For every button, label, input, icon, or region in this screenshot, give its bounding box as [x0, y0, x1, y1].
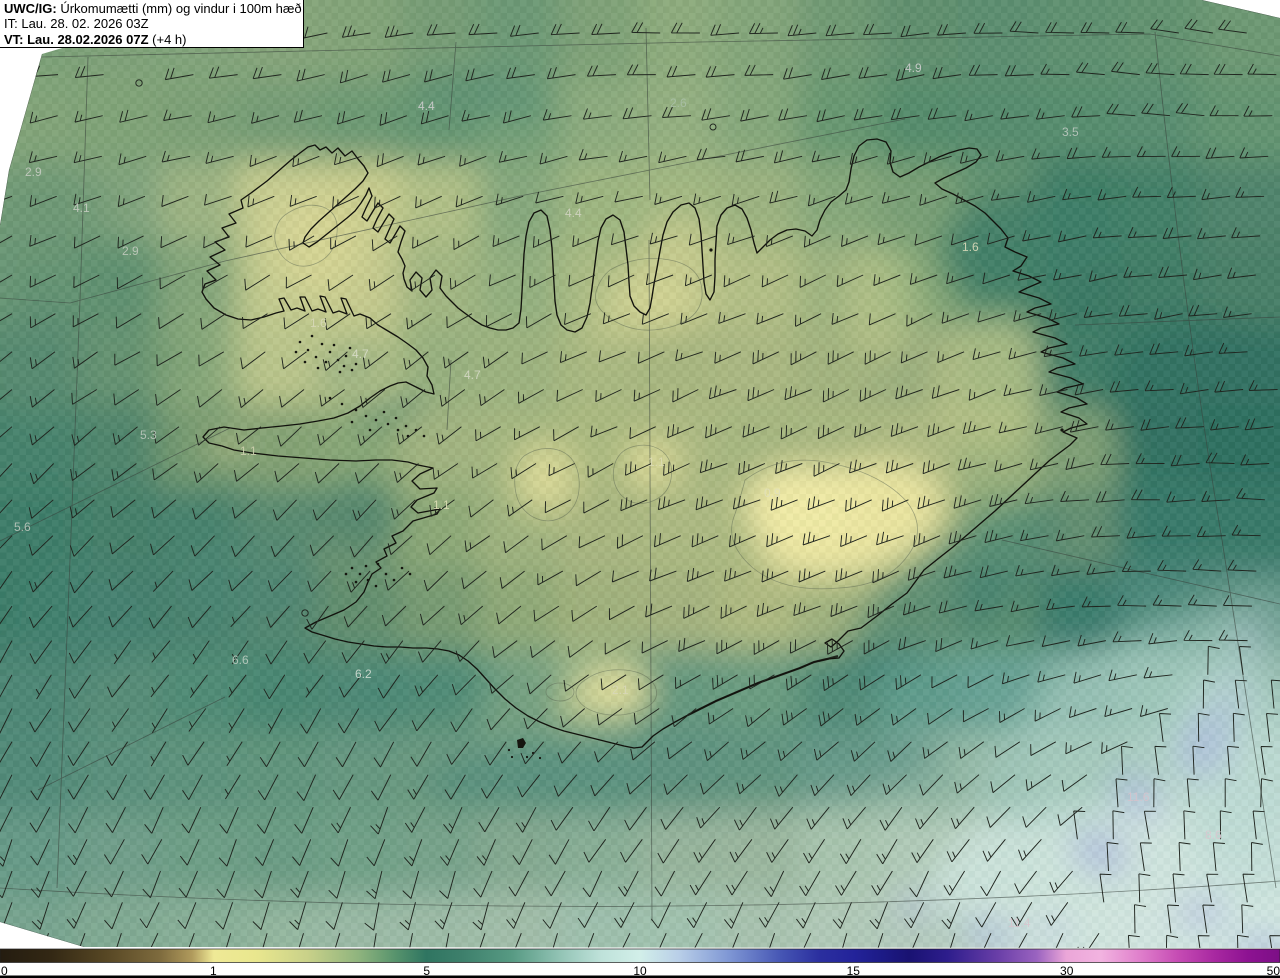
svg-text:1: 1	[210, 964, 217, 978]
svg-text:1.1: 1.1	[240, 444, 257, 458]
svg-text:6.6: 6.6	[232, 653, 249, 667]
svg-text:0.9: 0.9	[764, 486, 781, 500]
svg-text:1.1: 1.1	[433, 498, 450, 512]
svg-text:5.6: 5.6	[14, 520, 31, 534]
svg-text:2.9: 2.9	[122, 244, 139, 258]
svg-text:11.4: 11.4	[1008, 916, 1031, 930]
svg-text:4.4: 4.4	[565, 206, 582, 220]
svg-text:5: 5	[423, 964, 430, 978]
svg-text:6.2: 6.2	[355, 667, 372, 681]
svg-text:4.4: 4.4	[418, 99, 435, 113]
svg-text:4.7: 4.7	[352, 347, 369, 361]
svg-text:2.9: 2.9	[25, 165, 42, 179]
svg-text:0: 0	[1, 964, 8, 978]
svg-text:2.6: 2.6	[670, 96, 687, 110]
svg-text:4.9: 4.9	[905, 61, 922, 75]
svg-text:30: 30	[1060, 964, 1074, 978]
svg-text:11.6: 11.6	[1127, 790, 1150, 804]
svg-text:1.1: 1.1	[648, 455, 665, 469]
svg-text:15: 15	[847, 964, 861, 978]
svg-text:3.5: 3.5	[1062, 125, 1079, 139]
svg-text:50: 50	[1267, 964, 1280, 978]
svg-text:4.1: 4.1	[73, 201, 90, 215]
svg-text:8.6: 8.6	[1205, 828, 1222, 842]
svg-text:5.3: 5.3	[140, 428, 157, 442]
svg-text:1.6: 1.6	[962, 240, 979, 254]
svg-text:4.7: 4.7	[464, 368, 481, 382]
svg-text:2.1: 2.1	[612, 683, 629, 697]
svg-text:1.6: 1.6	[310, 316, 327, 330]
svg-text:10: 10	[633, 964, 647, 978]
